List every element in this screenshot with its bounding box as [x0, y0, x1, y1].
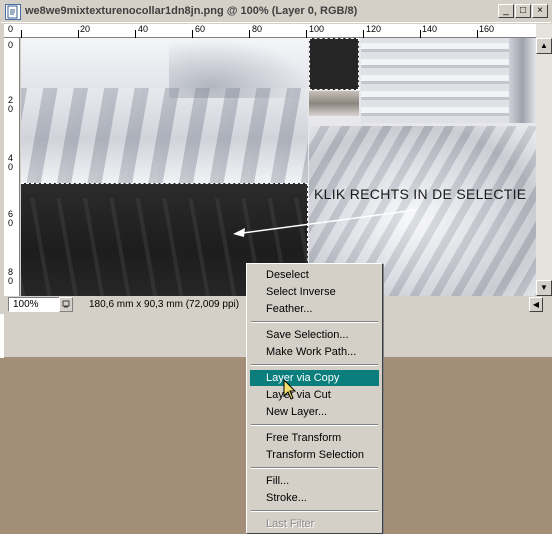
menu-separator — [251, 424, 378, 426]
ruler-label: 6 0 — [8, 209, 14, 228]
nav-icon[interactable] — [59, 297, 73, 312]
ruler-label: 20 — [80, 24, 91, 34]
menu-item-free-transform[interactable]: Free Transform — [250, 430, 379, 446]
context-menu: Deselect Select Inverse Feather... Save … — [246, 263, 383, 534]
close-icon[interactable]: × — [532, 4, 548, 18]
ruler-label: 160 — [479, 24, 495, 34]
ruler-label: 120 — [366, 24, 382, 34]
window-title: we8we9mixtexturenocollar1dn8jn.png @ 100… — [25, 5, 358, 17]
minimize-icon[interactable]: _ — [498, 4, 514, 18]
window-edge — [0, 314, 4, 358]
menu-item-make-work-path[interactable]: Make Work Path... — [250, 344, 379, 360]
document-icon — [5, 4, 21, 20]
ruler-label: 8 0 — [8, 267, 14, 286]
menu-item-save-selection[interactable]: Save Selection... — [250, 327, 379, 343]
menu-item-last-filter: Last Filter — [266, 518, 315, 530]
vertical-scrollbar[interactable]: ▲ ▼ — [536, 24, 552, 296]
document-info: 180,6 mm x 90,3 mm (72,009 ppi) — [89, 299, 240, 310]
ruler-vertical: 0 2 0 4 0 6 0 8 0 — [4, 38, 20, 296]
ruler-label: 40 — [138, 24, 149, 34]
menu-item-fill[interactable]: Fill... — [250, 473, 379, 489]
menu-separator — [251, 467, 378, 469]
annotation-text: KLIK RECHTS IN DE SELECTIE — [314, 186, 527, 202]
menu-separator — [251, 510, 378, 512]
scroll-left-icon[interactable]: ◀ — [529, 297, 543, 312]
menu-item-transform-selection[interactable]: Transform Selection — [250, 447, 379, 463]
menu-item-stroke[interactable]: Stroke... — [250, 490, 379, 506]
ruler-label: 0 — [8, 40, 14, 50]
title-bar[interactable]: we8we9mixtexturenocollar1dn8jn.png @ 100… — [1, 1, 551, 23]
menu-item-layer-via-copy[interactable]: Layer via Copy — [250, 370, 379, 386]
image-canvas[interactable] — [21, 38, 536, 296]
ruler-label: 4 0 — [8, 153, 14, 172]
ruler-label: 2 0 — [8, 95, 14, 114]
scroll-up-icon[interactable]: ▲ — [536, 38, 552, 54]
menu-separator — [251, 321, 378, 323]
ruler-label: 140 — [422, 24, 438, 34]
menu-item-layer-via-cut[interactable]: Layer via Cut — [250, 387, 379, 403]
ruler-label: 80 — [252, 24, 263, 34]
ruler-label: 0 — [8, 24, 14, 34]
menu-item-feather[interactable]: Feather... — [250, 301, 379, 317]
menu-separator — [251, 364, 378, 366]
annotation-arrow — [233, 209, 417, 237]
ruler-horizontal: 0 20 40 60 80 100 120 140 160 — [4, 24, 536, 38]
ruler-label: 100 — [309, 24, 325, 34]
ruler-label: 60 — [195, 24, 206, 34]
maximize-icon[interactable]: □ — [515, 4, 531, 18]
menu-item-new-layer[interactable]: New Layer... — [250, 404, 379, 420]
menu-item-select-inverse[interactable]: Select Inverse — [250, 284, 379, 300]
zoom-field[interactable]: 100% — [8, 297, 62, 312]
cursor-arrow-icon — [283, 379, 297, 400]
menu-item-deselect[interactable]: Deselect — [250, 267, 379, 283]
scroll-down-icon[interactable]: ▼ — [536, 280, 552, 296]
